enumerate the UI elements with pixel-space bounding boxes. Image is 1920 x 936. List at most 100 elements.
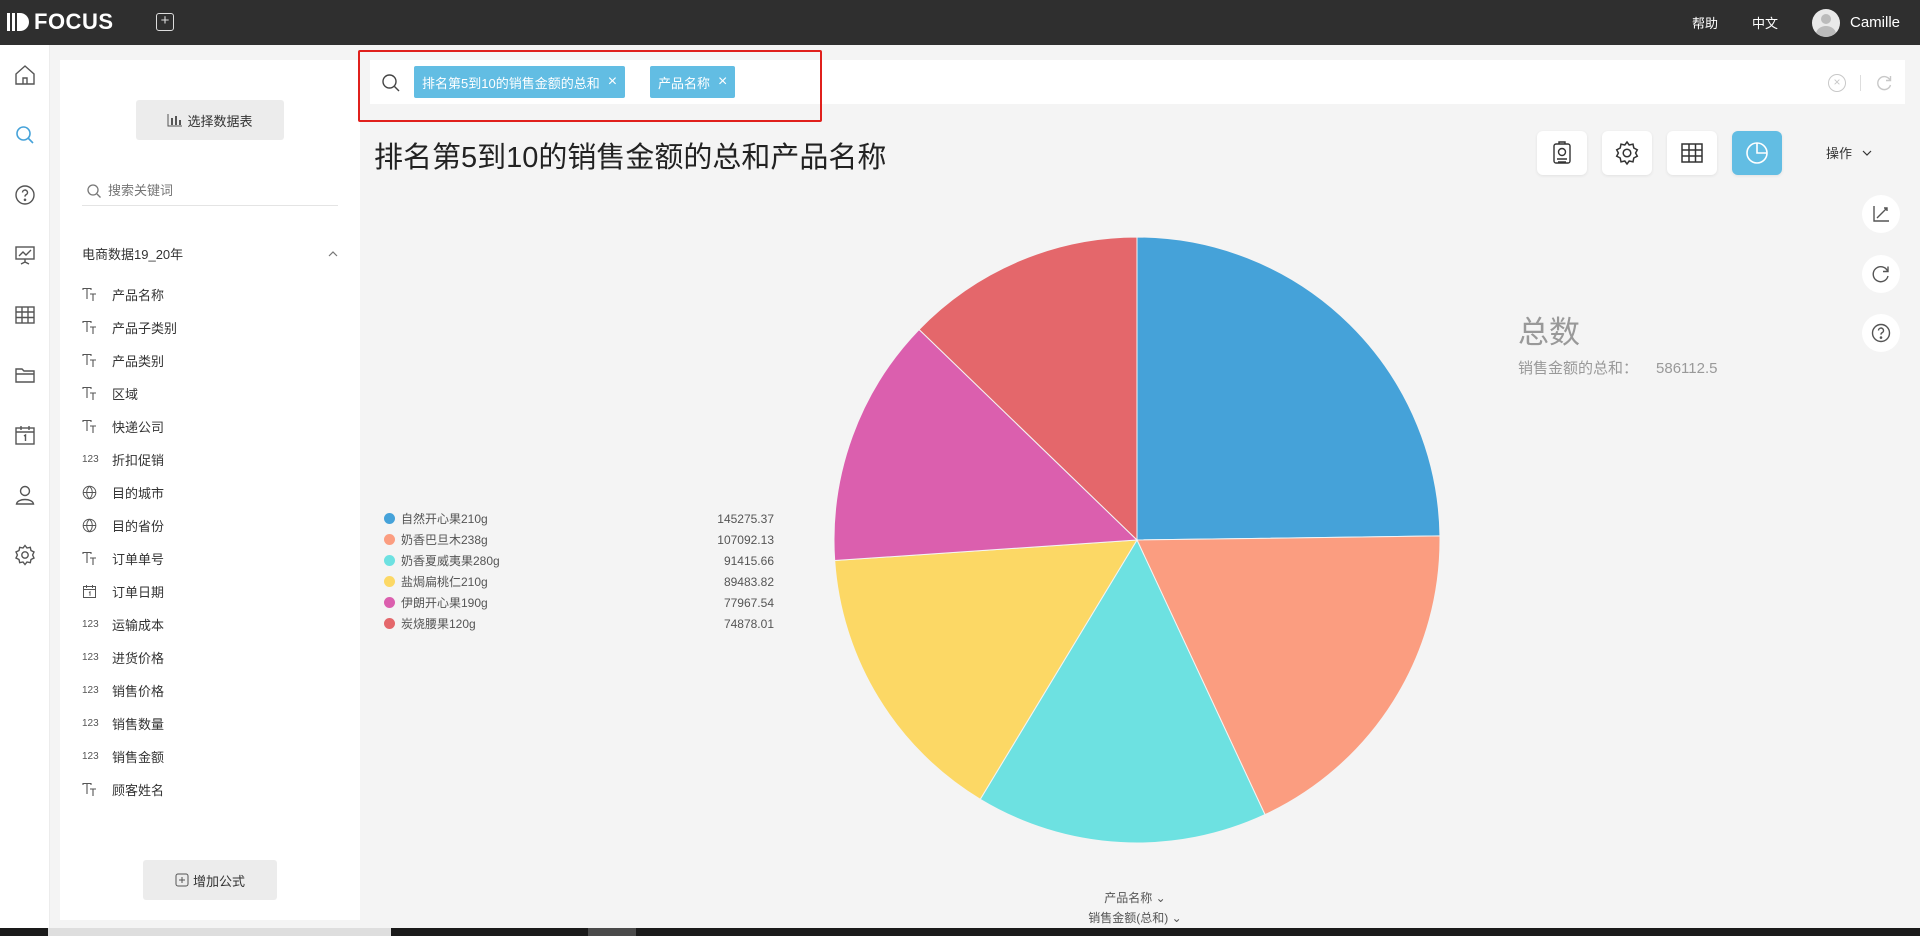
taskbar (0, 928, 1920, 936)
field-label: 产品子类别 (112, 321, 178, 336)
field-item[interactable]: 目的省份 (82, 509, 338, 542)
help-link[interactable]: 帮助 (1692, 13, 1718, 32)
legend-value: 145275.37 (717, 511, 774, 526)
field-item[interactable]: 顾客姓名 (82, 773, 338, 806)
field-item[interactable]: 123 折扣促销 (82, 443, 338, 476)
folder-icon[interactable] (13, 363, 37, 387)
search-icon[interactable] (13, 123, 37, 147)
table-group-header[interactable]: 电商数据19_20年 (82, 244, 338, 263)
chart-settings-button[interactable] (1602, 131, 1652, 175)
legend-swatch (384, 513, 395, 524)
field-item[interactable]: 123 销售数量 (82, 707, 338, 740)
add-formula-label: 增加公式 (192, 873, 245, 889)
pie-slice[interactable] (1136, 236, 1441, 541)
operations-menu[interactable]: 操作 (1826, 143, 1872, 162)
field-item[interactable]: 快递公司 (82, 410, 338, 443)
question-icon[interactable] (13, 183, 37, 207)
chevron-up-icon[interactable] (328, 250, 338, 257)
field-item[interactable]: 123 销售金额 (82, 740, 338, 773)
field-label: 销售金额 (112, 750, 165, 765)
calendar-icon (82, 584, 102, 599)
select-table-button[interactable]: 选择数据表 (136, 100, 284, 140)
rotate-button[interactable] (1862, 255, 1900, 293)
table-view-button[interactable] (1667, 131, 1717, 175)
field-item[interactable]: 123 运输成本 (82, 608, 338, 641)
user-name[interactable]: Camille (1850, 14, 1900, 31)
field-label: 订单单号 (112, 552, 165, 567)
close-icon[interactable]: × (718, 74, 727, 90)
field-item[interactable]: 区域 (82, 377, 338, 410)
y-axis-selector[interactable]: 销售金额(总和) ⌄ (1000, 909, 1270, 926)
presentation-icon[interactable] (13, 243, 37, 267)
field-item[interactable]: 订单单号 (82, 542, 338, 575)
gear-icon (1615, 140, 1639, 166)
field-label: 进货价格 (112, 651, 165, 666)
language-switch[interactable]: 中文 (1752, 13, 1778, 32)
search-icon (87, 183, 101, 198)
refresh-icon[interactable] (1874, 73, 1894, 93)
avatar[interactable] (1811, 8, 1840, 37)
bar-chart-icon (167, 114, 183, 127)
divider (1860, 75, 1861, 91)
logo-text: FOCUS (34, 9, 114, 34)
legend-label: 奶香巴旦木238g (401, 533, 488, 547)
add-formula-button[interactable]: 增加公式 (143, 860, 277, 900)
search-token[interactable]: 产品名称 × (650, 66, 736, 98)
data-panel: 选择数据表 电商数据19_20年 产品名称产品子类别产品类别区域快递公司 123 折… (60, 60, 360, 920)
focus-logo[interactable]: FOCUS (6, 9, 114, 35)
legend-item[interactable]: 奶香夏威夷果280g 91415.66 (384, 550, 774, 571)
calendar-icon[interactable] (13, 423, 37, 447)
x-axis-selector[interactable]: 产品名称 ⌄ (1000, 889, 1270, 906)
field-item[interactable]: 产品子类别 (82, 311, 338, 344)
pie-chart-button[interactable] (1732, 131, 1782, 175)
chevron-down-icon: ⌄ (1171, 911, 1182, 925)
field-item[interactable]: 目的城市 (82, 476, 338, 509)
legend-swatch (384, 576, 395, 587)
taskbar-tab[interactable] (48, 928, 391, 936)
search-token[interactable]: 排名第5到10的销售金额的总和 × (414, 66, 626, 98)
clear-search-icon[interactable]: × (1828, 74, 1846, 92)
pie-chart-icon (1746, 142, 1768, 164)
user-icon[interactable] (13, 483, 37, 507)
legend-item[interactable]: 炭烧腰果120g 74878.01 (384, 613, 774, 634)
field-search-input[interactable] (108, 183, 308, 198)
new-tab-icon[interactable]: + (156, 13, 174, 31)
text-type-icon (82, 551, 102, 566)
legend-item[interactable]: 自然开心果210g 145275.37 (384, 508, 774, 529)
field-label: 顾客姓名 (112, 783, 165, 798)
settings-icon[interactable] (13, 543, 37, 567)
legend-item[interactable]: 盐焗扁桃仁210g 89483.82 (384, 571, 774, 592)
legend-item[interactable]: 伊朗开心果190g 77967.54 (384, 592, 774, 613)
field-label: 产品名称 (112, 288, 165, 303)
legend-swatch (384, 534, 395, 545)
field-label: 订单日期 (112, 585, 165, 600)
legend-label: 奶香夏威夷果280g (401, 554, 500, 568)
text-type-icon (82, 782, 102, 797)
legend-item[interactable]: 奶香巴旦木238g 107092.13 (384, 529, 774, 550)
chevron-down-icon: ⌄ (1155, 891, 1166, 905)
text-type-icon (82, 320, 102, 335)
x-axis-label: 产品名称 (1104, 891, 1153, 905)
home-icon[interactable] (13, 63, 37, 87)
close-icon[interactable]: × (608, 74, 617, 90)
table-icon[interactable] (13, 303, 37, 327)
number-type-icon: 123 (82, 751, 99, 762)
field-item[interactable]: 123 进货价格 (82, 641, 338, 674)
field-item[interactable]: 123 销售价格 (82, 674, 338, 707)
select-table-label: 选择数据表 (187, 113, 253, 129)
search-token-label: 产品名称 (658, 75, 711, 91)
field-item[interactable]: 产品名称 (82, 278, 338, 311)
total-value: 586112.5 (1656, 360, 1718, 377)
legend-label: 伊朗开心果190g (401, 596, 488, 610)
text-type-icon (82, 287, 102, 302)
field-search[interactable] (82, 176, 338, 206)
field-item[interactable]: 产品类别 (82, 344, 338, 377)
operations-label: 操作 (1826, 146, 1853, 161)
help-button[interactable] (1862, 314, 1900, 352)
insight-button[interactable] (1537, 131, 1587, 175)
legend-swatch (384, 555, 395, 566)
field-item[interactable]: 订单日期 (82, 575, 338, 608)
total-row: 销售金额的总和： 586112.5 (1518, 357, 1717, 378)
axis-tool-button[interactable] (1862, 195, 1900, 233)
taskbar-item[interactable] (588, 928, 636, 936)
